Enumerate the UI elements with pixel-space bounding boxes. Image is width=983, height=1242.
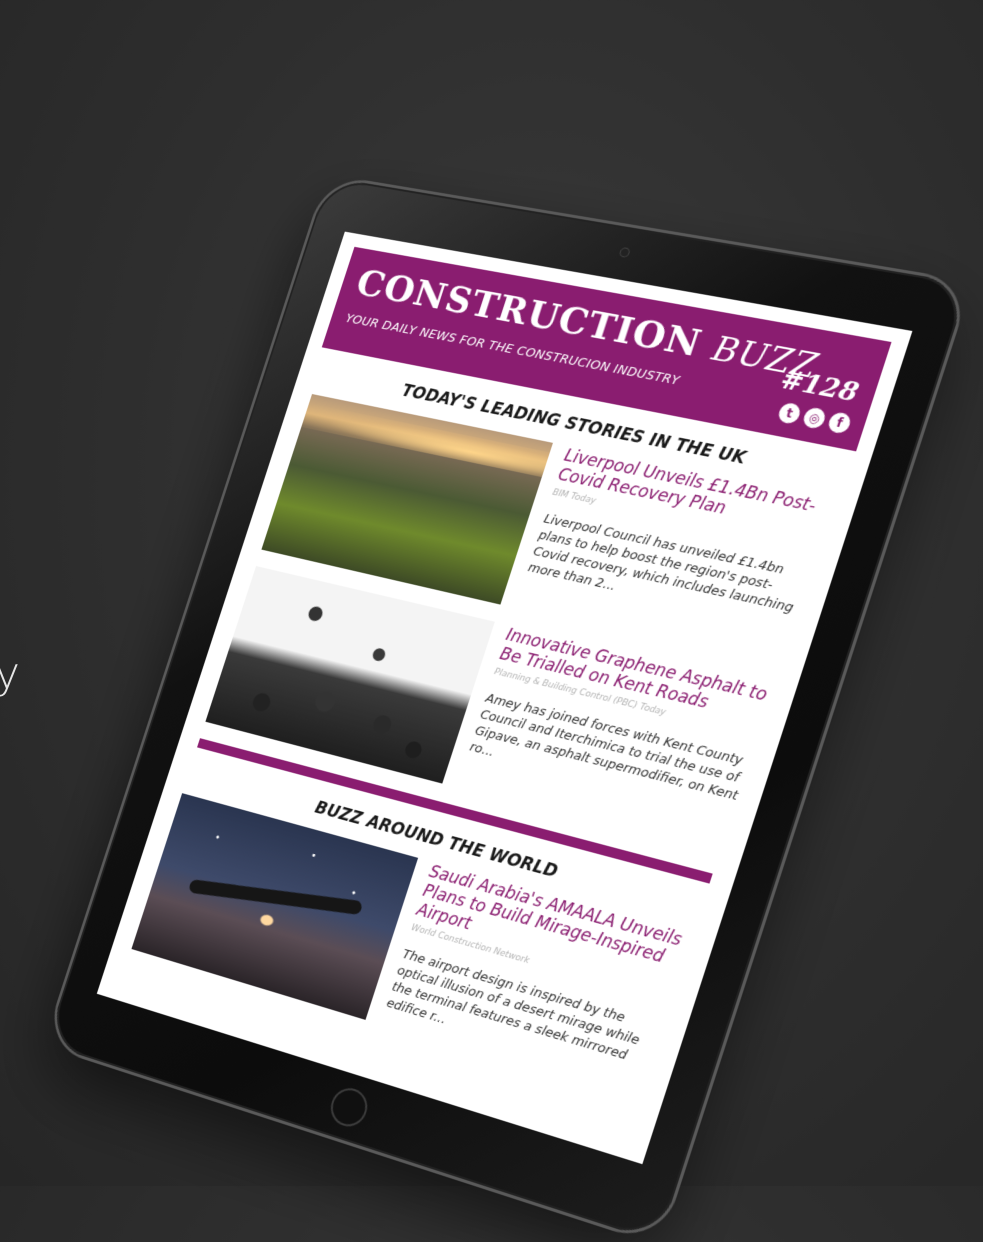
twitter-icon[interactable]: t [776,401,803,426]
instagram-icon[interactable]: ◎ [801,406,828,430]
tablet-device: CONSTRUCTION BUZZ YOUR DAILY NEWS FOR TH… [46,176,970,1242]
story-image-liverpool[interactable] [261,394,553,605]
story-body: Liverpool Unveils £1.4Bn Post-Covid Reco… [515,446,834,669]
story-excerpt: Liverpool Council has unveiled £1.4bn pl… [526,511,796,616]
tablet-screen: CONSTRUCTION BUZZ YOUR DAILY NEWS FOR TH… [96,231,913,1165]
facebook-icon[interactable]: f [826,411,853,435]
newsletter-page: CONSTRUCTION BUZZ YOUR DAILY NEWS FOR TH… [110,246,892,1160]
background-edge-text: y [0,648,21,699]
